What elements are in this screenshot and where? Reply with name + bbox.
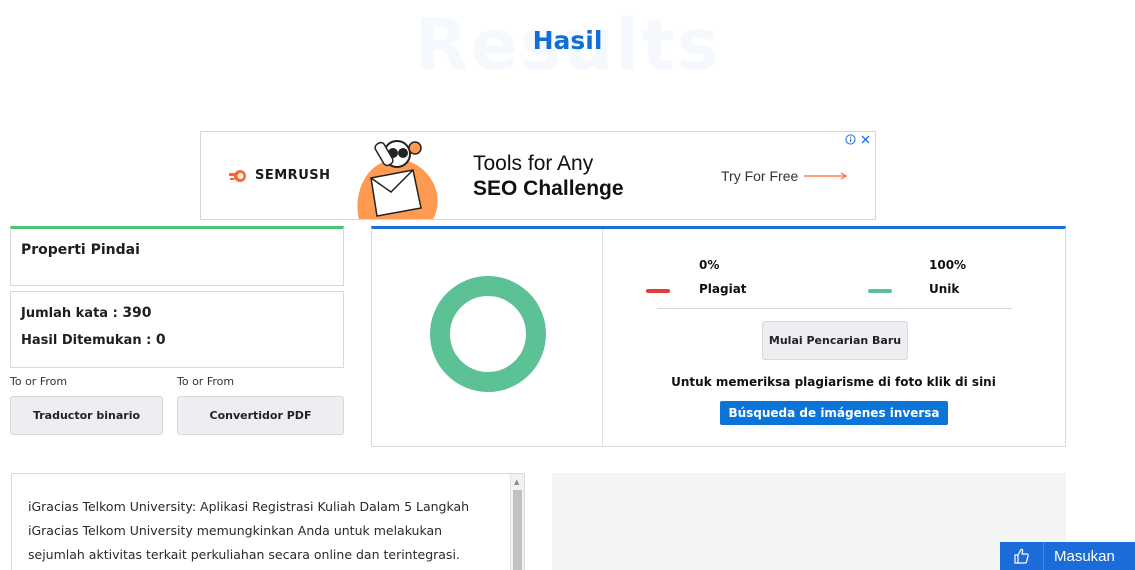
arrow-right-icon [804, 172, 848, 180]
image-check-note: Untuk memeriksa plagiarisme di foto klik… [671, 375, 996, 389]
info-icon[interactable] [845, 134, 856, 145]
feedback-label: Masukan [1054, 547, 1115, 565]
ad-banner[interactable]: SEMRUSH Tools for Any SEO Challenge Try … [200, 131, 876, 220]
unique-percent: 100% [929, 258, 967, 272]
ad-choices[interactable] [845, 134, 871, 145]
unique-label: Unik [929, 282, 960, 296]
text-line: sejumlah aktivitas terkait perkuliahan s… [28, 547, 460, 562]
legend-separator [657, 308, 1012, 309]
results-panel: 0% 100% Plagiat Unik Mulai Pencarian Bar… [371, 226, 1066, 447]
scroll-up-arrow-icon[interactable]: ▲ [514, 478, 519, 486]
reverse-image-search-button[interactable]: Búsqueda de imágenes inversa [720, 401, 948, 425]
ad-headline-line1: Tools for Any [473, 152, 594, 175]
plagiarism-percent: 0% [699, 258, 720, 272]
scrollbar-thumb[interactable] [513, 490, 522, 570]
ad-brand-name: SEMRUSH [255, 168, 331, 183]
binary-translator-button[interactable]: Traductor binario [10, 396, 163, 435]
semrush-flame-icon [229, 169, 246, 182]
ad-illustration-icon [357, 140, 438, 219]
text-line: iGracias Telkom University memungkinkan … [28, 523, 443, 538]
thumbs-icon [1000, 542, 1044, 570]
results-found: Hasil Ditemukan : 0 [21, 332, 166, 348]
results-found-value: 0 [155, 332, 166, 348]
page-title: Hasil [532, 26, 603, 55]
scan-stats-panel: Jumlah kata : 390 Hasil Ditemukan : 0 [10, 291, 344, 368]
pdf-converter-button[interactable]: Convertidor PDF [177, 396, 344, 435]
text-scrollbar[interactable]: ▲ [510, 474, 524, 570]
scan-properties-panel: Properti Pindai [10, 226, 344, 286]
unique-legend-swatch [868, 289, 892, 293]
close-icon[interactable] [860, 134, 871, 145]
scan-properties-heading: Properti Pindai [21, 242, 140, 258]
results-divider [602, 229, 603, 446]
new-search-button[interactable]: Mulai Pencarian Baru [762, 321, 908, 360]
ad-cta-label: Try For Free [721, 168, 799, 184]
ad-headline-line2: SEO Challenge [473, 177, 624, 200]
donut-unique-ring [430, 276, 546, 392]
checked-text: iGracias Telkom University: Aplikasi Reg… [28, 495, 498, 567]
text-line: iGracias Telkom University: Aplikasi Reg… [28, 499, 470, 514]
tool-caption-pdf: To or From [177, 375, 235, 388]
uniqueness-donut-chart [430, 276, 546, 392]
word-count-value: 390 [122, 305, 152, 321]
feedback-button[interactable]: Masukan [1000, 542, 1135, 570]
word-count-label: Jumlah kata : [21, 306, 118, 321]
matches-panel [552, 473, 1066, 570]
word-count: Jumlah kata : 390 [21, 305, 152, 321]
results-found-label: Hasil Ditemukan : [21, 333, 152, 348]
tool-caption-binary: To or From [10, 375, 68, 388]
ad-brand-logo[interactable]: SEMRUSH [229, 168, 331, 183]
checked-text-area[interactable]: iGracias Telkom University: Aplikasi Reg… [11, 473, 525, 570]
plagiarism-legend-swatch [646, 289, 670, 293]
plagiarism-label: Plagiat [699, 282, 747, 296]
ad-cta-link[interactable]: Try For Free [721, 168, 848, 184]
ad-headline[interactable]: Tools for Any SEO Challenge [473, 152, 624, 202]
